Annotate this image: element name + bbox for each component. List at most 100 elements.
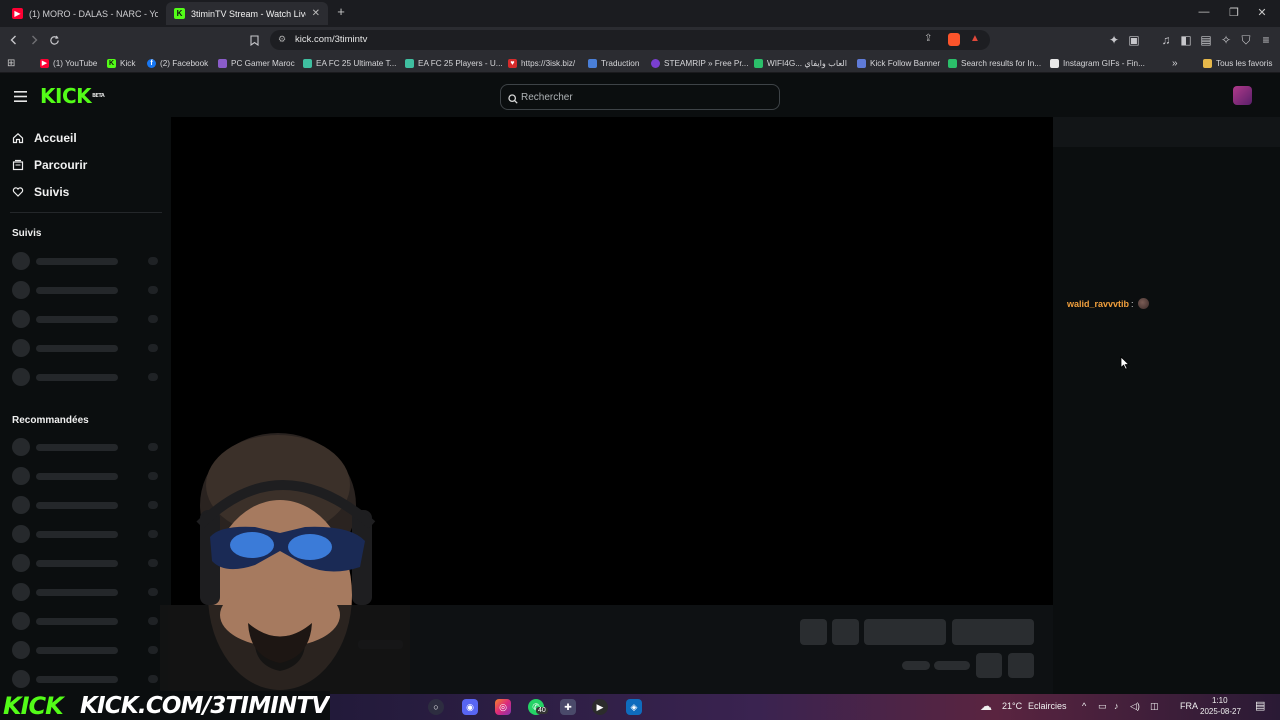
tab-kick[interactable]: K 3timinTV Stream - Watch Live on Kick ✕ — [166, 2, 328, 25]
wallet-toolbar-icon[interactable]: ▤ — [1198, 32, 1214, 48]
overlay-channel-url: KICK.COM/3TIMINTV — [80, 693, 329, 719]
channel-skeleton — [12, 368, 162, 386]
heart-icon — [12, 186, 24, 198]
weather-icon[interactable]: ☁ — [980, 699, 992, 713]
close-window-icon[interactable]: ✕ — [1253, 6, 1271, 19]
meta-skeleton — [902, 661, 930, 670]
kick-logo[interactable]: KICKBETA — [40, 84, 105, 108]
subscribe-button-skeleton — [952, 619, 1034, 645]
menu-icon[interactable]: ≡ — [1258, 32, 1274, 48]
bookmark-item[interactable]: PC Gamer Maroc — [218, 57, 295, 69]
sidebar-item-label: Suivis — [34, 185, 70, 199]
avatar[interactable] — [1233, 86, 1252, 105]
bookmark-label: STEAMRIP » Free Pr... — [664, 58, 749, 68]
chat-panel: walid_ravvvtib : — [1053, 117, 1280, 700]
bookmark-label: (2) Facebook — [160, 58, 209, 68]
channel-skeleton — [12, 438, 162, 456]
bookmarks-bar: ⊞ ▶ (1) YouTube K Kick f (2) Facebook PC Ga… — [0, 53, 1280, 73]
bookmarks-overflow-button[interactable]: » — [1172, 57, 1178, 69]
bookmark-item[interactable]: ▶ (1) YouTube — [40, 57, 97, 69]
wallet-icon[interactable]: ▣ — [1126, 32, 1142, 48]
language-indicator[interactable]: FRA — [1180, 701, 1198, 711]
discord-icon[interactable]: ◉ — [462, 699, 478, 715]
new-tab-button[interactable]: + — [332, 4, 350, 19]
battery-icon[interactable]: ▭ — [1098, 701, 1107, 712]
media-player-icon[interactable]: ▶ — [592, 699, 608, 715]
channel-skeleton — [12, 467, 162, 485]
speaker-icon[interactable]: ◁) — [1130, 701, 1140, 712]
bookmark-label: Kick — [120, 58, 136, 68]
home-icon — [12, 132, 24, 144]
bookmark-item[interactable]: f (2) Facebook — [147, 57, 208, 69]
game-launcher-icon[interactable]: ✚ — [560, 699, 576, 715]
facebook-icon: f — [147, 58, 156, 68]
chat-separator: : — [1131, 298, 1134, 309]
windows-taskbar: ○ ◉ ◎ ✆ 40 ✚ ▶ ◈ ☁ 21°C Eclaircies ^ ▭ ♪… — [330, 694, 1280, 720]
brave-rewards-icon[interactable]: ▲ — [970, 33, 980, 44]
vpn-icon[interactable]: ⛉ — [1238, 32, 1254, 48]
close-tab-icon[interactable]: ✕ — [312, 8, 320, 19]
notification-icon[interactable]: ▤ — [1255, 699, 1265, 712]
logo-text: KICK — [40, 84, 92, 108]
clock-date[interactable]: 2025-08-27 — [1200, 707, 1241, 716]
network-icon[interactable]: ◫ — [1150, 701, 1159, 712]
bookmark-icon[interactable] — [246, 32, 262, 48]
browse-icon — [12, 159, 24, 171]
brave-shields-icon[interactable] — [948, 33, 960, 46]
bookmark-item[interactable]: K Kick — [107, 57, 135, 69]
forward-icon[interactable] — [26, 32, 42, 48]
mouse-cursor-icon — [1120, 356, 1130, 370]
bookmark-item[interactable]: Traduction — [588, 57, 639, 69]
action-button-skeleton — [832, 619, 859, 645]
chat-username[interactable]: walid_ravvvtib — [1067, 299, 1129, 309]
sidebar-item-browse[interactable]: Parcourir — [12, 156, 87, 174]
site-settings-icon[interactable]: ⚙ — [278, 34, 286, 45]
minimize-icon[interactable]: — — [1195, 6, 1213, 18]
channel-skeleton — [12, 670, 162, 688]
sidebar-divider — [10, 212, 162, 213]
channel-skeleton — [12, 612, 162, 630]
bookmark-label: Search results for In... — [961, 58, 1042, 68]
apps-icon[interactable]: ⊞ — [7, 57, 15, 69]
sidebar-item-following[interactable]: Suivis — [12, 183, 69, 201]
follow-button-skeleton — [864, 619, 946, 645]
leo-ai-icon[interactable]: ✧ — [1218, 32, 1234, 48]
bookmark-item[interactable]: EA FC 25 Ultimate T... — [303, 57, 396, 69]
address-bar[interactable]: ⚙ kick.com/3timintv ⇪ ▲ — [270, 30, 990, 50]
sidebar-toggle-icon[interactable]: ◧ — [1178, 32, 1194, 48]
bookmark-item[interactable]: Search results for In... — [948, 57, 1041, 69]
all-bookmarks-button[interactable]: Tous les favoris — [1203, 57, 1272, 69]
bookmark-label: Traduction — [601, 58, 640, 68]
instagram-icon[interactable]: ◎ — [495, 699, 511, 715]
following-section-title: Suivis — [12, 228, 42, 239]
search-bar[interactable] — [500, 84, 780, 110]
tab-youtube[interactable]: ▶ (1) MORO - DALAS - NARC - YouTube — [4, 2, 166, 25]
bookmark-label: PC Gamer Maroc — [231, 58, 295, 68]
bookmark-item[interactable]: WIFI4G... العاب وايفاي — [754, 57, 847, 69]
sidebar-item-home[interactable]: Accueil — [12, 129, 77, 147]
futbin-icon — [405, 58, 414, 68]
app-icon[interactable]: ◈ — [626, 699, 642, 715]
cortana-icon[interactable]: ○ — [428, 699, 444, 715]
extensions-icon[interactable]: ✦ — [1106, 32, 1122, 48]
reload-icon[interactable] — [46, 32, 62, 48]
search-icon — [508, 91, 518, 109]
tab-title: 3timinTV Stream - Watch Live on Kick — [191, 8, 306, 19]
hamburger-menu-icon[interactable] — [14, 89, 27, 107]
action-button-skeleton — [800, 619, 827, 645]
channel-skeleton — [12, 496, 162, 514]
restore-icon[interactable]: ❐ — [1225, 6, 1243, 19]
search-input[interactable] — [521, 88, 771, 106]
bookmark-item[interactable]: EA FC 25 Players - U... — [405, 57, 503, 69]
bookmark-item[interactable]: Instagram GIFs - Fin... — [1050, 57, 1145, 69]
share-icon[interactable]: ⇪ — [924, 33, 932, 44]
kick-icon: K — [107, 58, 116, 68]
media-icon[interactable]: ♫ — [1158, 32, 1174, 48]
back-icon[interactable] — [6, 32, 22, 48]
bookmark-item[interactable]: ♥ https://3isk.biz/ — [508, 57, 575, 69]
bookmark-item[interactable]: STEAMRIP » Free Pr... — [651, 57, 748, 69]
tray-overflow-icon[interactable]: ^ — [1082, 701, 1086, 711]
microphone-icon[interactable]: ♪ — [1114, 701, 1119, 711]
bookmark-item[interactable]: Kick Follow Banner — [857, 57, 940, 69]
clock-time[interactable]: 1:10 — [1212, 696, 1228, 705]
